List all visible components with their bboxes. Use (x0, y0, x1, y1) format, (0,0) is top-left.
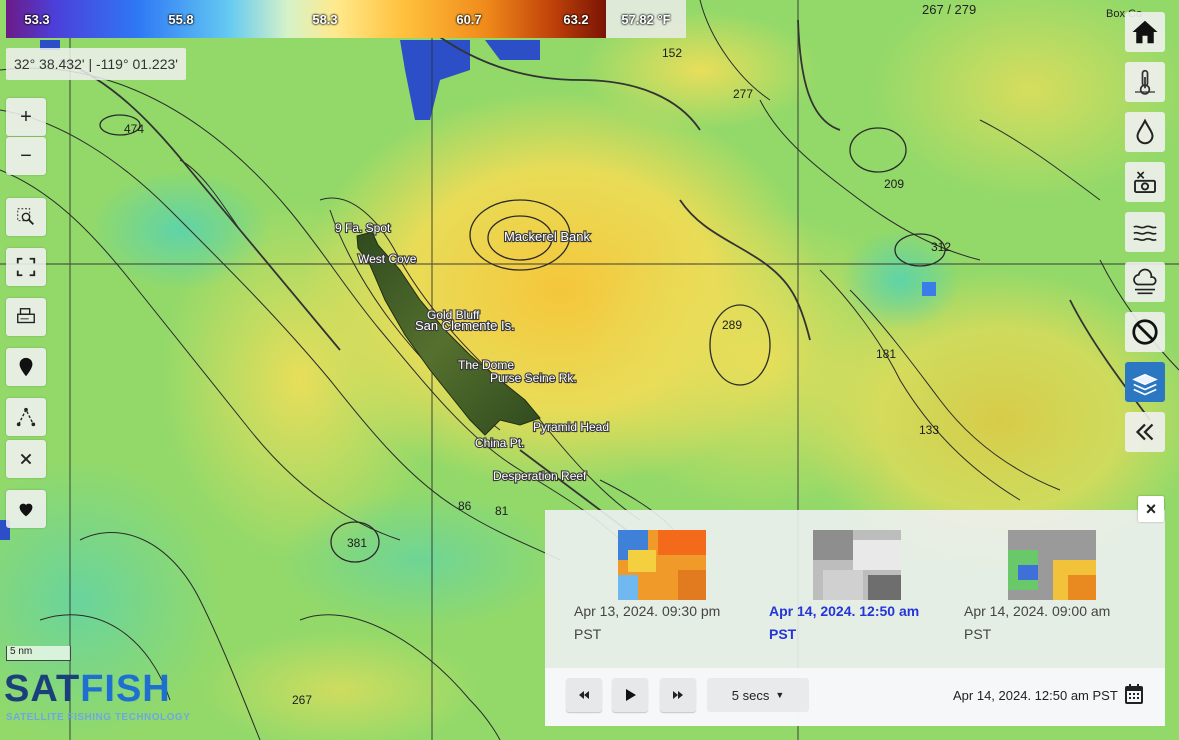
restricted-zones-button[interactable] (1125, 312, 1165, 352)
caret-down-icon: ▼ (775, 690, 785, 700)
double-chevron-left-icon (1135, 423, 1154, 441)
sst-layer-button[interactable] (1125, 62, 1165, 102)
fullscreen-icon (16, 257, 36, 277)
timeline-date: Apr 14, 2024. 09:00 am (964, 603, 1111, 619)
depth-label: 209 (884, 177, 904, 191)
grid-label: 267 / 279 (922, 2, 977, 17)
scale-label: 60.7 (456, 12, 482, 27)
currents-button[interactable] (1125, 212, 1165, 252)
timeline-item-label[interactable]: Apr 14, 2024. 09:00 am PST (964, 600, 1134, 646)
label-china-pt: China Pt. (475, 436, 524, 450)
depth-label: 133 (919, 423, 939, 437)
depth-label: 267 (292, 693, 312, 707)
rewind-icon (579, 691, 589, 699)
scale-label: 55.8 (168, 12, 194, 27)
label-the-dome: The Dome (458, 358, 514, 372)
cursor-temperature: 57.82 °F (606, 0, 686, 38)
timeline-tz: PST (964, 626, 992, 642)
close-icon: × (1145, 498, 1157, 519)
play-icon (626, 689, 636, 701)
weather-button[interactable] (1125, 262, 1165, 302)
depth-label: 312 (931, 240, 951, 254)
logo-text-fish: FISH (80, 668, 171, 710)
timeline-thumbnail[interactable] (813, 530, 901, 600)
logo-text-sat: SAT (4, 668, 81, 710)
true-color-button[interactable] (1125, 162, 1165, 202)
layers-button[interactable] (1125, 362, 1165, 402)
zoom-area-button[interactable] (6, 198, 46, 236)
thermometer-icon (1135, 69, 1155, 95)
print-button[interactable] (6, 298, 46, 336)
marker-button[interactable] (6, 348, 46, 386)
layers-icon (1132, 373, 1158, 396)
chlorophyll-button[interactable] (1125, 112, 1165, 152)
scale-bar: 5 nm (6, 646, 71, 661)
scale-label: 58.3 (312, 12, 338, 27)
scale-label: 63.2 (563, 12, 589, 27)
water-drop-icon (1136, 118, 1154, 145)
satellite-camera-icon (1134, 171, 1156, 193)
depth-label: 81 (495, 504, 509, 518)
timeline-date: Apr 14, 2024. 12:50 am (769, 603, 920, 619)
fast-forward-icon (673, 691, 683, 699)
currents-icon (1133, 225, 1157, 242)
calendar-icon[interactable] (1125, 684, 1143, 704)
label-san-clemente: San Clemente Is. (415, 318, 515, 333)
zoom-area-icon (17, 208, 34, 225)
draw-route-button[interactable] (6, 398, 46, 436)
temperature-color-scale: 53.3 55.8 58.3 60.7 63.2 (6, 0, 606, 38)
close-icon (20, 453, 32, 465)
playback-controls: 5 secs ▼ Apr 14, 2024. 12:50 am PST (545, 668, 1165, 726)
zoom-out-button[interactable]: − (6, 137, 46, 175)
cursor-coordinates: 32° 38.432' | -119° 01.223' (6, 48, 186, 80)
label-desperation-reef: Desperation Reef (493, 469, 587, 483)
home-icon (1132, 20, 1158, 44)
home-button[interactable] (1125, 12, 1165, 52)
label-west-cove: West Cove (358, 252, 417, 266)
weather-icon (1133, 268, 1157, 295)
map-pin-icon (19, 357, 33, 377)
close-timeline-button[interactable]: × (1138, 496, 1164, 522)
timeline-panel: Apr 13, 2024. 09:30 pm PST Apr 14, 2024.… (545, 510, 1165, 726)
timeline-item-label-selected[interactable]: Apr 14, 2024. 12:50 am PST (769, 600, 939, 646)
route-icon (16, 407, 36, 427)
speed-dropdown[interactable]: 5 secs ▼ (707, 678, 809, 712)
zoom-in-button[interactable]: + (6, 98, 46, 136)
depth-label: 86 (458, 499, 472, 513)
zoom-in-label: + (20, 105, 32, 128)
depth-label: 381 (347, 536, 367, 550)
depth-label: 152 (662, 46, 682, 60)
heart-icon (19, 503, 33, 517)
timeline-tz: PST (769, 626, 797, 642)
satfish-logo: SATFISH SATELLITE FISHING TECHNOLOGY (4, 668, 204, 728)
label-pyramid-head: Pyramid Head (533, 420, 609, 434)
depth-label: 474 (124, 122, 144, 136)
next-button[interactable] (660, 678, 696, 712)
clear-button[interactable] (6, 440, 46, 478)
print-icon (17, 308, 35, 324)
depth-label: 181 (876, 347, 896, 361)
timeline-item-label[interactable]: Apr 13, 2024. 09:30 pm PST (574, 600, 744, 646)
current-time: Apr 14, 2024. 12:50 am PST (953, 688, 1118, 703)
no-entry-icon (1132, 319, 1158, 345)
timeline-tz: PST (574, 626, 602, 642)
collapse-toolbar-button[interactable] (1125, 412, 1165, 452)
label-purse-seine: Purse Seine Rk. (490, 371, 577, 385)
speed-value: 5 secs (731, 687, 770, 703)
previous-button[interactable] (566, 678, 602, 712)
label-mackerel-bank: Mackerel Bank (504, 229, 590, 244)
label-9-fa-spot: 9 Fa. Spot (335, 221, 391, 235)
depth-label: 277 (733, 87, 753, 101)
play-button[interactable] (612, 678, 648, 712)
timeline-date: Apr 13, 2024. 09:30 pm (574, 603, 721, 619)
timeline-thumbnail[interactable] (1008, 530, 1096, 600)
favorites-button[interactable] (6, 490, 46, 528)
zoom-out-label: − (20, 144, 32, 167)
timeline-thumbnail[interactable] (618, 530, 706, 600)
scale-label: 53.3 (24, 12, 50, 27)
depth-label: 289 (722, 318, 742, 332)
logo-tagline: SATELLITE FISHING TECHNOLOGY (6, 712, 191, 723)
fullscreen-button[interactable] (6, 248, 46, 286)
